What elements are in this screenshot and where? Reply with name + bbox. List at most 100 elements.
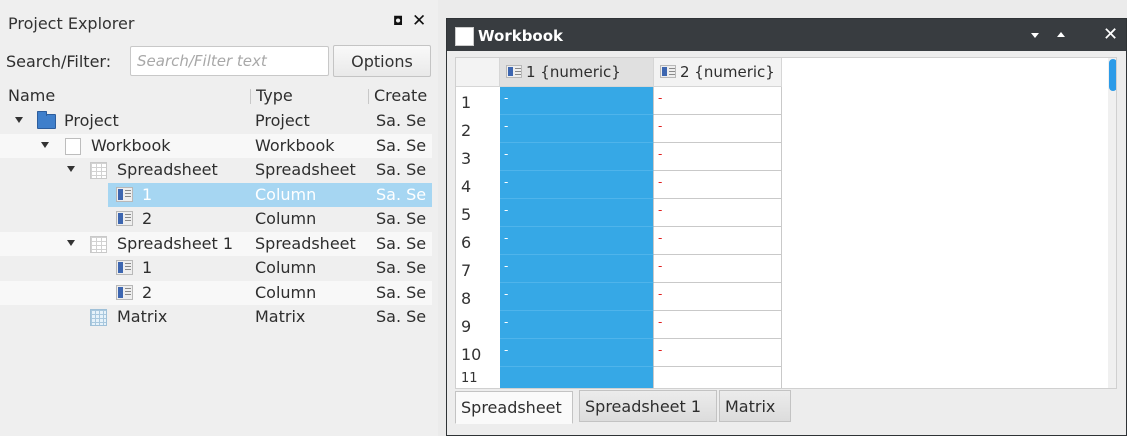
close-icon[interactable]: ✕: [1103, 24, 1118, 45]
spreadsheet-icon: [90, 235, 107, 253]
table-cell[interactable]: -: [654, 115, 782, 143]
table-cell[interactable]: -: [654, 255, 782, 283]
tree-row-type: Workbook: [255, 135, 335, 155]
workbook-title: Workbook: [478, 27, 564, 45]
column-header-2[interactable]: 2 {numeric}: [654, 58, 782, 87]
table-cell[interactable]: [654, 367, 782, 388]
tree-row-created: Sa. Se: [376, 233, 427, 253]
tree-row-name: Matrix: [117, 307, 168, 326]
tree-row-name: 2: [142, 209, 153, 228]
expand-arrow-icon[interactable]: [67, 239, 75, 246]
table-cell[interactable]: -: [654, 227, 782, 255]
row-number[interactable]: 11: [456, 367, 500, 388]
tree-row-column-2[interactable]: 2 Column Sa. Se: [0, 207, 432, 232]
tree-row-created: Sa. Se: [376, 160, 427, 179]
column-2-cells: - - - - - - - - - -: [654, 87, 782, 388]
tab-spreadsheet-1[interactable]: Spreadsheet 1: [579, 390, 717, 422]
header-separator: [368, 89, 369, 104]
close-icon[interactable]: ✕: [412, 11, 426, 31]
header-name[interactable]: Name: [8, 86, 55, 105]
table-cell[interactable]: -: [654, 311, 782, 339]
row-number[interactable]: 10: [456, 339, 500, 367]
row-number[interactable]: 3: [456, 143, 500, 171]
table-cell[interactable]: -: [500, 339, 654, 367]
table-cell[interactable]: -: [654, 199, 782, 227]
workbook-titlebar[interactable]: Workbook ✕: [447, 19, 1126, 51]
column-icon: [660, 65, 676, 78]
expand-arrow-icon[interactable]: [41, 141, 49, 148]
table-cell[interactable]: -: [654, 339, 782, 367]
header-type[interactable]: Type: [256, 86, 293, 105]
tree-row-name: Spreadsheet: [117, 160, 218, 179]
project-explorer-panel: Project Explorer ◘ ✕ Search/Filter: Opti…: [0, 0, 438, 436]
expand-arrow-icon[interactable]: [67, 166, 75, 172]
folder-icon: [37, 111, 56, 129]
column-header-label: 1 {numeric}: [526, 63, 621, 81]
minimize-icon[interactable]: [1031, 33, 1039, 38]
spreadsheet-view[interactable]: 1 {numeric} 2 {numeric} 1 2 3 4 5 6 7 8 …: [455, 57, 1117, 389]
tree-row-spreadsheet-1[interactable]: Spreadsheet 1 Spreadsheet Sa. Se: [0, 231, 432, 256]
tree-row-spreadsheet[interactable]: Spreadsheet Spreadsheet Sa. Se: [0, 158, 432, 183]
table-cell[interactable]: -: [500, 283, 654, 311]
maximize-icon[interactable]: [1057, 32, 1065, 37]
tree-header: Name Type Create: [0, 85, 432, 107]
tree-row-created: Sa. Se: [376, 184, 427, 204]
table-cell[interactable]: -: [500, 227, 654, 255]
column-icon: [116, 211, 133, 226]
tree-row-created: Sa. Se: [376, 282, 427, 302]
table-cell[interactable]: -: [654, 143, 782, 171]
table-cell[interactable]: -: [500, 143, 654, 171]
column-1-cells: - - - - - - - - - -: [500, 87, 654, 388]
expand-arrow-icon[interactable]: [15, 117, 23, 123]
table-cell[interactable]: -: [654, 87, 782, 115]
column-header-1[interactable]: 1 {numeric}: [500, 58, 654, 87]
tree-row-project[interactable]: Project Project Sa. Se: [0, 109, 432, 134]
row-number[interactable]: 6: [456, 227, 500, 255]
table-cell[interactable]: -: [500, 311, 654, 339]
row-number[interactable]: 9: [456, 311, 500, 339]
workbook-window: Workbook ✕ 1 {numeric} 2 {numeric} 1 2 3…: [446, 18, 1127, 436]
table-cell[interactable]: -: [500, 115, 654, 143]
table-cell[interactable]: -: [500, 199, 654, 227]
row-number[interactable]: 2: [456, 115, 500, 143]
tree-row-name: Spreadsheet 1: [117, 233, 234, 253]
table-cell[interactable]: -: [500, 171, 654, 199]
float-icon[interactable]: ◘: [393, 14, 403, 28]
row-number[interactable]: 7: [456, 255, 500, 283]
scrollbar-thumb[interactable]: [1109, 59, 1116, 91]
table-cell[interactable]: -: [654, 283, 782, 311]
table-cell[interactable]: -: [500, 87, 654, 115]
tree-row-created: Sa. Se: [376, 307, 427, 326]
column-header-label: 2 {numeric}: [680, 63, 775, 81]
tree-row-created: Sa. Se: [376, 135, 427, 155]
tab-spreadsheet[interactable]: Spreadsheet: [455, 391, 573, 424]
tree-row-matrix[interactable]: Matrix Matrix Sa. Se: [0, 305, 432, 330]
tree-row-column-1[interactable]: 1 Column Sa. Se: [108, 182, 432, 207]
tree-row-type: Project: [255, 111, 310, 130]
search-filter-input[interactable]: [130, 46, 329, 76]
tree-row-type: Column: [255, 184, 317, 204]
tree-row-name: Project: [64, 111, 119, 130]
row-number[interactable]: 4: [456, 171, 500, 199]
table-cell[interactable]: -: [500, 255, 654, 283]
tree-row-created: Sa. Se: [376, 111, 427, 130]
row-number[interactable]: 8: [456, 283, 500, 311]
corner-header[interactable]: [456, 58, 500, 87]
tree-row-column-2[interactable]: 2 Column Sa. Se: [0, 280, 432, 305]
vertical-scrollbar[interactable]: [1108, 58, 1116, 388]
table-cell[interactable]: [500, 367, 654, 388]
row-number[interactable]: 5: [456, 199, 500, 227]
tree-row-created: Sa. Se: [376, 209, 427, 228]
tab-matrix[interactable]: Matrix: [719, 390, 791, 422]
tree-row-type: Column: [255, 209, 317, 228]
table-cell[interactable]: -: [654, 171, 782, 199]
column-icon: [116, 284, 133, 300]
header-created[interactable]: Create: [374, 86, 432, 105]
row-number-column: 1 2 3 4 5 6 7 8 9 10 11: [456, 87, 500, 388]
row-number[interactable]: 1: [456, 87, 500, 115]
workbook-icon: [455, 27, 474, 46]
tree-row-column-1[interactable]: 1 Column Sa. Se: [0, 256, 432, 281]
options-button[interactable]: Options: [333, 45, 431, 77]
tree-row-type: Spreadsheet: [255, 233, 356, 253]
tree-row-workbook[interactable]: Workbook Workbook Sa. Se: [0, 133, 432, 158]
